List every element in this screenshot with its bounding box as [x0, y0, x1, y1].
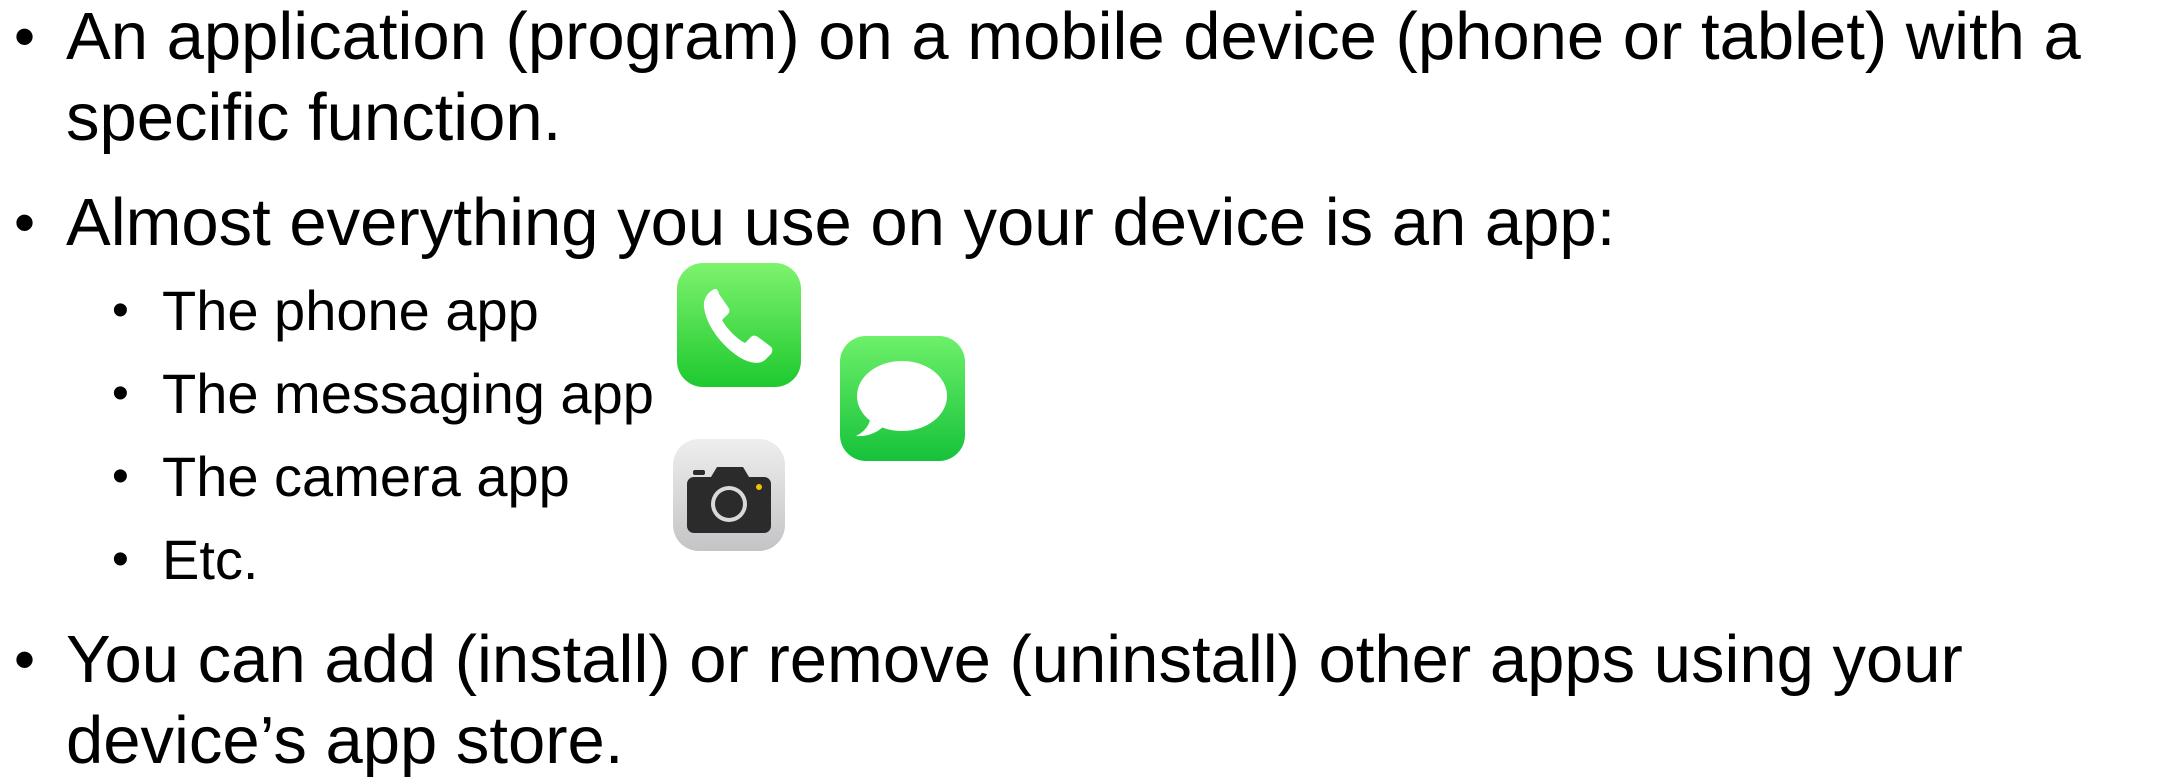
bullet-dot: •: [14, 189, 36, 256]
bullet-1-line-2: specific function.: [66, 80, 562, 155]
messages-app-icon: [840, 336, 965, 461]
bullet-1-line-1: An application (program) on a mobile dev…: [66, 0, 2081, 74]
bullet-3-line-1: You can add (install) or remove (uninsta…: [66, 622, 1963, 697]
sub-bullet-etc-label: Etc.: [162, 528, 259, 591]
sub-bullet-dot: •: [112, 367, 129, 420]
sub-bullet-dot: •: [112, 284, 129, 337]
bullet-dot: •: [14, 3, 36, 70]
sub-bullet-dot: •: [112, 533, 129, 586]
bullet-3-line-2: device’s app store.: [66, 703, 624, 778]
sub-bullet-camera-label: The camera app: [162, 445, 570, 508]
bullet-2-line-1: Almost everything you use on your device…: [66, 185, 1616, 260]
sub-bullet-dot: •: [112, 450, 129, 503]
camera-app-icon: [673, 439, 785, 551]
sub-bullet-messaging-label: The messaging app: [162, 362, 654, 425]
bullet-dot: •: [14, 626, 36, 693]
sub-bullet-phone-label: The phone app: [162, 279, 539, 342]
phone-app-icon: [677, 263, 801, 387]
